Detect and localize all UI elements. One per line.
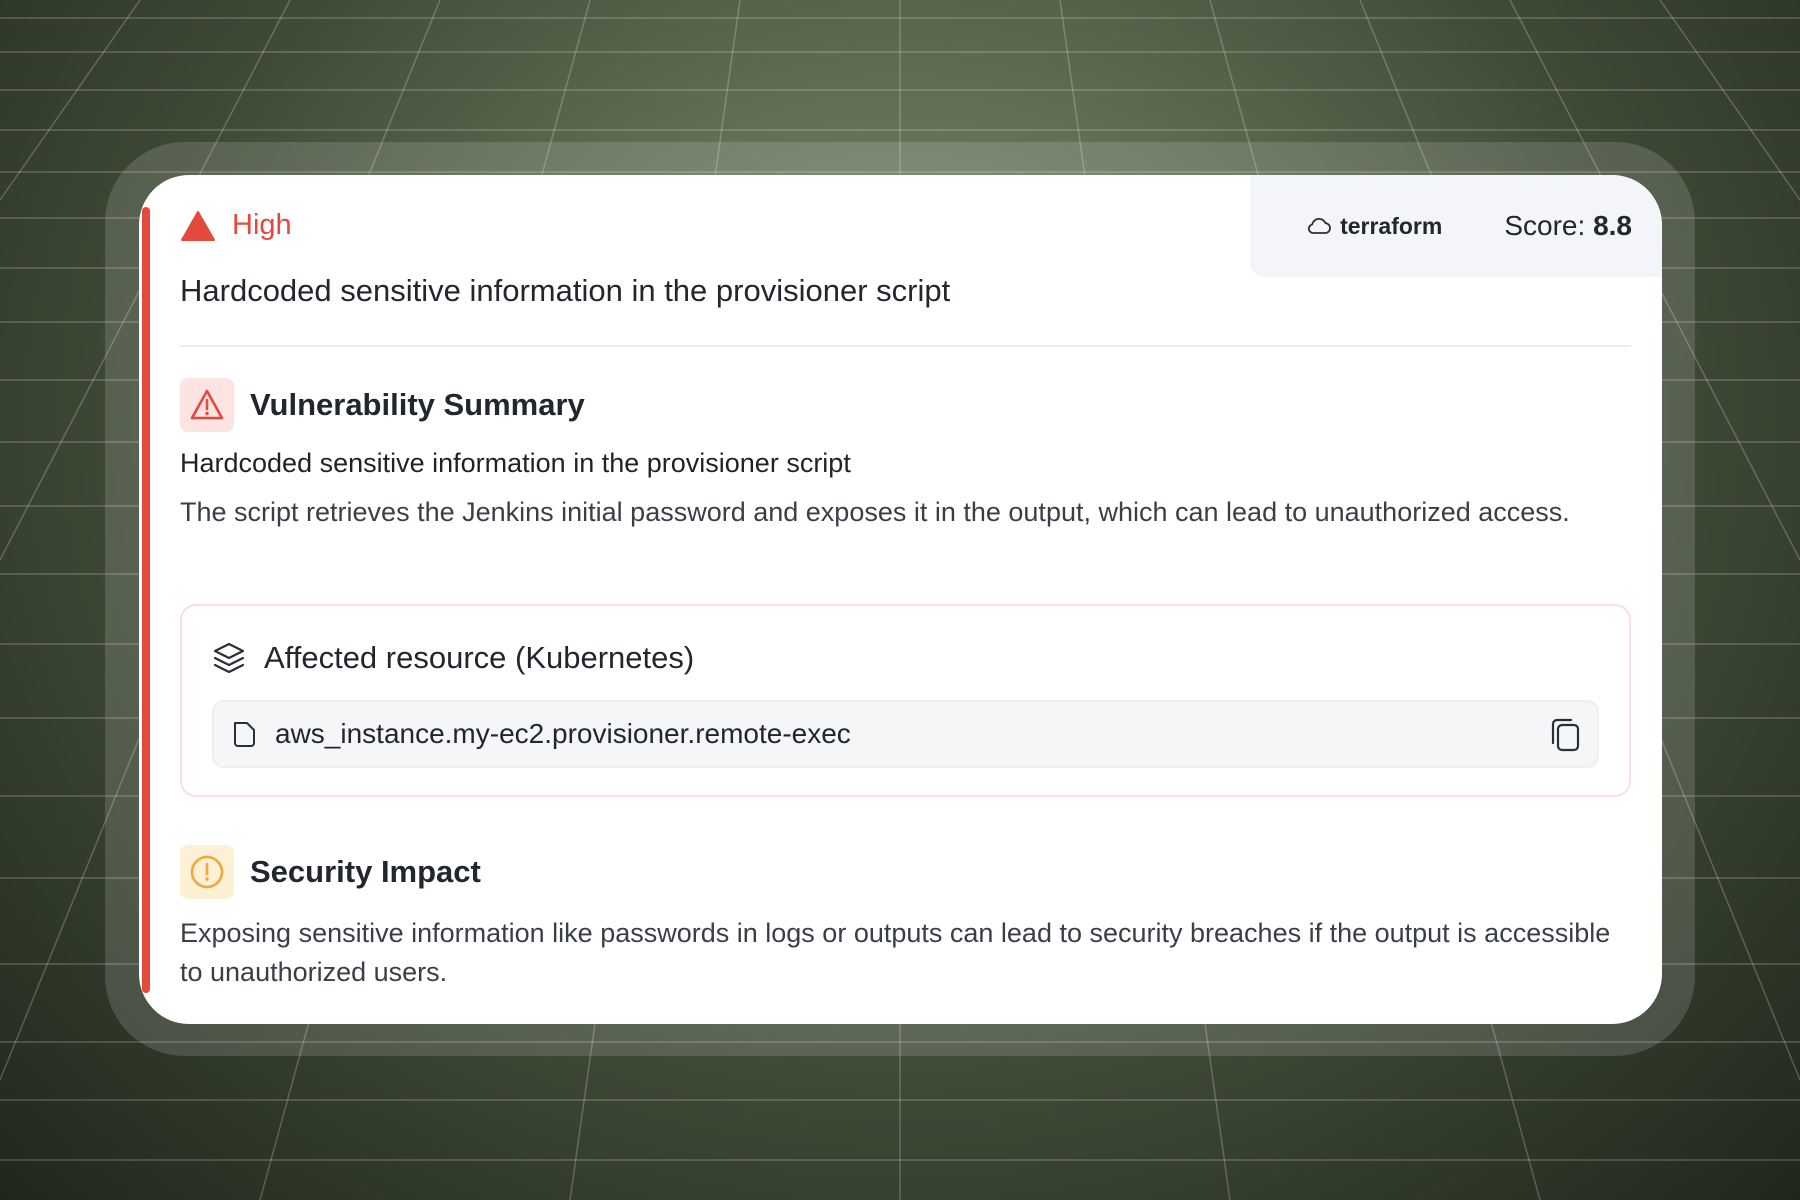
tool-tag: terraform	[1306, 213, 1442, 240]
summary-subtitle: Hardcoded sensitive information in the p…	[180, 448, 851, 478]
cloud-icon	[1308, 217, 1332, 234]
meta-panel: terraform Score: 8.8	[1250, 175, 1662, 277]
score: Score: 8.8	[1504, 210, 1632, 242]
tool-label: terraform	[1340, 212, 1443, 239]
score-label: Score:	[1504, 210, 1586, 241]
finding-title: Hardcoded sensitive information in the p…	[180, 273, 951, 308]
summary-icon-box	[180, 378, 234, 432]
resource-header: Affected resource (Kubernetes)	[212, 640, 694, 676]
impact-title: Security Impact	[250, 854, 481, 889]
impact-description: Exposing sensitive information like pass…	[180, 918, 1611, 987]
vulnerability-summary-header: Vulnerability Summary	[180, 378, 585, 432]
warning-triangle-icon	[190, 389, 224, 420]
info-circle-icon	[190, 855, 224, 889]
summary-title: Vulnerability Summary	[250, 387, 585, 422]
resource-path-row: aws_instance.my-ec2.provisioner.remote-e…	[212, 700, 1599, 768]
layers-icon	[213, 642, 245, 674]
severity-label: High	[232, 209, 292, 241]
resource-path: aws_instance.my-ec2.provisioner.remote-e…	[275, 718, 851, 749]
impact-icon-box	[180, 845, 234, 899]
summary-description: The script retrieves the Jenkins initial…	[180, 497, 1570, 527]
affected-resource-box: Affected resource (Kubernetes) aws_insta…	[180, 604, 1631, 797]
copy-button[interactable]	[1547, 716, 1583, 754]
score-value: 8.8	[1593, 210, 1632, 241]
security-impact-header: Security Impact	[180, 845, 481, 899]
resource-title: Affected resource (Kubernetes)	[264, 640, 695, 675]
triangle-alert-icon	[181, 210, 215, 241]
severity-accent-bar	[142, 207, 150, 993]
severity-badge: High	[180, 209, 292, 242]
vulnerability-card: High terraform Score: 8.8 Hardcoded sens…	[139, 175, 1662, 1024]
divider	[180, 345, 1631, 347]
file-icon	[234, 722, 255, 747]
copy-icon[interactable]	[1549, 717, 1581, 753]
